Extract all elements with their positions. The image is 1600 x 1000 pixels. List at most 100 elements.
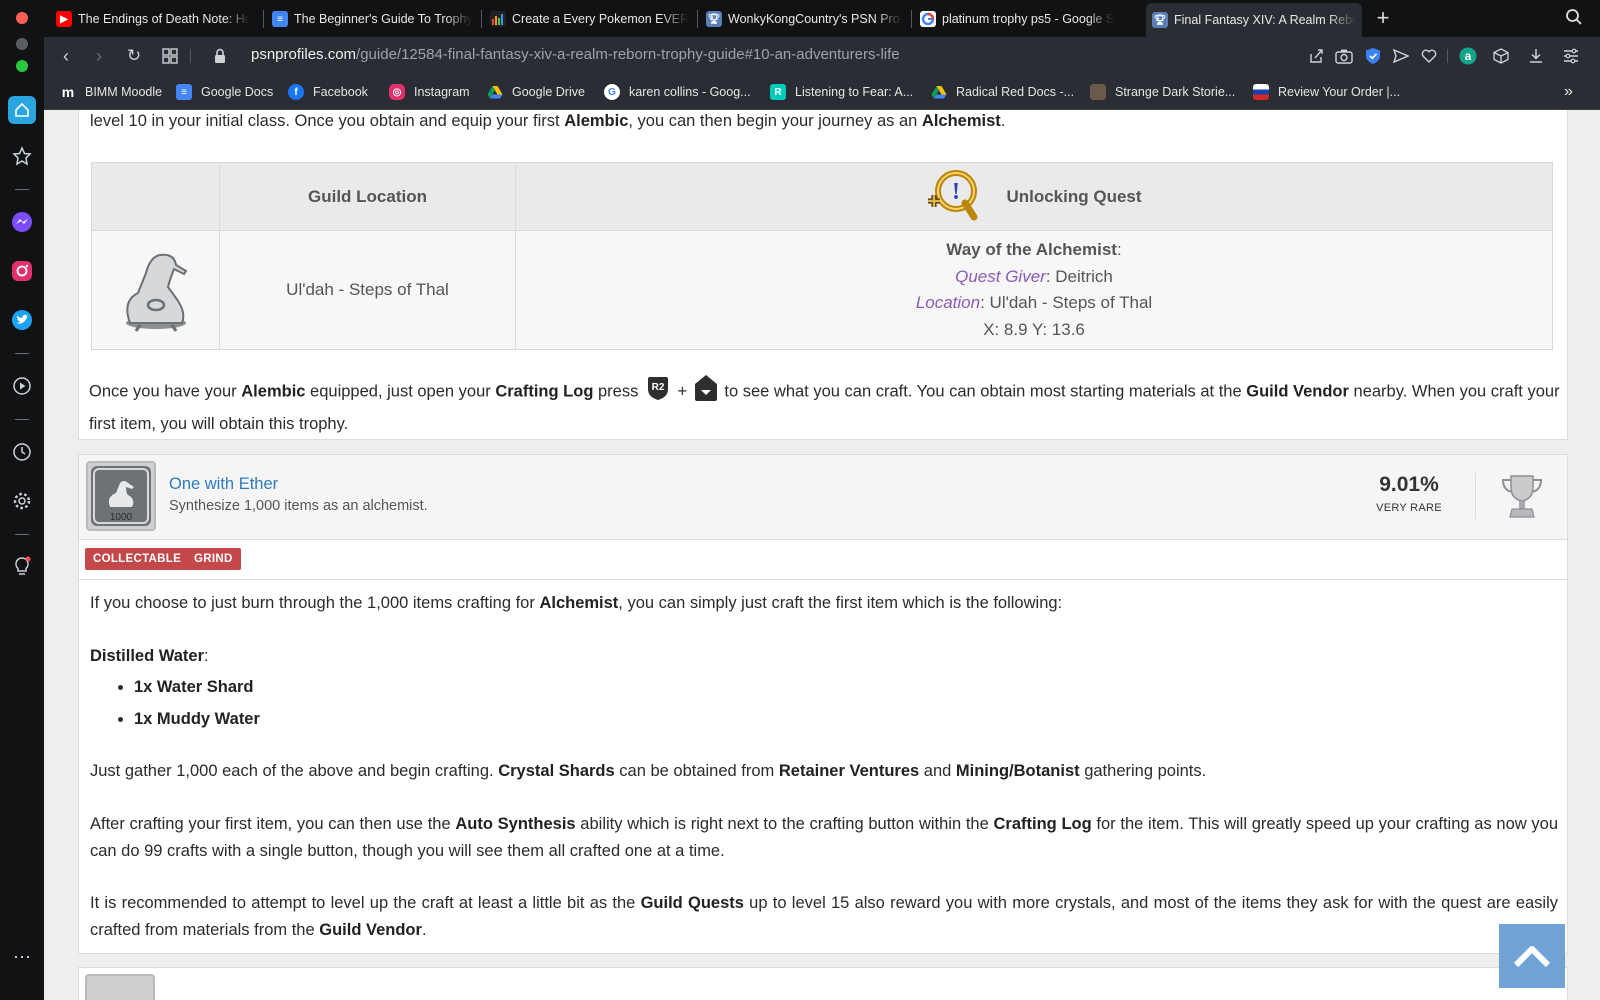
- page-content: level 10 in your initial class. Once you…: [44, 110, 1600, 1000]
- table-header-empty: [91, 162, 220, 231]
- bookmark-item[interactable]: G karen collins - Goog...: [604, 82, 751, 102]
- trophy-description: Synthesize 1,000 items as an alchemist.: [169, 498, 428, 514]
- grind-tag[interactable]: GRIND: [186, 548, 241, 570]
- tab-search-icon[interactable]: [1565, 8, 1585, 28]
- tab-grid-icon[interactable]: [160, 46, 180, 66]
- svg-text:!: !: [952, 179, 960, 205]
- thumbnail-icon: [1090, 84, 1106, 100]
- bookmark-item[interactable]: Radical Red Docs -...: [931, 82, 1074, 102]
- messenger-icon[interactable]: [10, 210, 34, 234]
- camera-icon[interactable]: [1334, 46, 1354, 66]
- download-icon[interactable]: [1526, 46, 1546, 66]
- bookmark-label: BIMM Moodle: [85, 85, 163, 99]
- instagram-icon[interactable]: [10, 259, 34, 283]
- dpad-down-icon: [694, 374, 718, 411]
- guild-table: Guild Location ! Unlocking Quest Ul'dah …: [91, 162, 1553, 350]
- easy-setup-menu-icon[interactable]: [1561, 46, 1581, 66]
- tab-label: The Endings of Death Note: Ho: [78, 12, 250, 26]
- facebook-icon: f: [288, 84, 304, 100]
- window-controls: [0, 0, 44, 37]
- more-bookmarks-chevron-icon[interactable]: »: [1564, 82, 1573, 102]
- address-url[interactable]: psnprofiles.com/guide/12584-final-fantas…: [251, 46, 900, 63]
- bookmark-item[interactable]: ◎ Instagram: [389, 82, 470, 102]
- new-tab-button[interactable]: +: [1370, 5, 1396, 31]
- next-trophy-card: [78, 967, 1568, 1000]
- back-button[interactable]: ‹: [54, 44, 78, 68]
- trophy-name-link[interactable]: One with Ether: [169, 475, 278, 494]
- researchgate-icon: R: [770, 84, 786, 100]
- moodle-icon: m: [61, 84, 75, 100]
- extension-a-icon[interactable]: a: [1458, 46, 1478, 66]
- bookmark-item[interactable]: Google Drive: [487, 82, 585, 102]
- quest-coordinates: X: 8.9 Y: 13.6: [983, 319, 1085, 339]
- psnprofiles-icon: 🏆︎: [706, 11, 722, 27]
- home-icon[interactable]: [8, 96, 36, 124]
- bookmark-label: Strange Dark Storie...: [1115, 85, 1236, 99]
- bookmark-item[interactable]: ≡ Google Docs: [176, 82, 273, 102]
- flag-icon: [1253, 84, 1269, 100]
- url-host: psnprofiles.com: [251, 46, 357, 63]
- heart-icon[interactable]: [1419, 46, 1439, 66]
- list-item: 1x Water Shard: [134, 674, 260, 701]
- reload-button[interactable]: ↻: [122, 44, 146, 68]
- bookmark-item[interactable]: Review Your Order |...: [1253, 82, 1400, 102]
- guild-location-value: Ul'dah - Steps of Thal: [219, 230, 516, 350]
- scroll-to-top-button[interactable]: [1499, 924, 1565, 988]
- pinboard-icon[interactable]: [10, 144, 34, 168]
- tips-lightbulb-icon[interactable]: [10, 555, 34, 579]
- settings-gear-icon[interactable]: [10, 489, 34, 513]
- alembic-cell: [91, 230, 220, 350]
- r2-button-icon: R2: [645, 375, 671, 410]
- tab-beginners-guide[interactable]: ≡ The Beginner's Guide To Trophy: [266, 4, 478, 34]
- adblock-shield-icon[interactable]: [1363, 46, 1383, 66]
- quest-location-value: Ul'dah - Steps of Thal: [989, 293, 1153, 312]
- tab-psn-profile[interactable]: 🏆︎ WonkyKongCountry's PSN Profi: [700, 4, 908, 34]
- twitter-icon[interactable]: [10, 308, 34, 332]
- tab-ffxiv-guide[interactable]: 🏆︎ Final Fantasy XIV: A Realm Rebo: [1146, 3, 1362, 37]
- tab-google-search[interactable]: platinum trophy ps5 - Google S: [914, 4, 1120, 34]
- quest-header-label: Unlocking Quest: [1006, 186, 1142, 206]
- materials-list: 1x Water Shard 1x Muddy Water: [134, 674, 260, 732]
- minimize-window-button[interactable]: [16, 38, 28, 50]
- bookmarks-bar: m BIMM Moodle ≡ Google Docs f Facebook ◎…: [44, 75, 1600, 110]
- svg-text:a: a: [1465, 49, 1472, 63]
- bookmark-item[interactable]: R Listening to Fear: A...: [770, 82, 913, 102]
- bookmark-item[interactable]: m BIMM Moodle: [60, 82, 162, 102]
- bookmark-label: karen collins - Goog...: [629, 85, 751, 99]
- item-heading: Distilled Water:: [90, 647, 209, 665]
- quest-giver-label: Quest Giver: [955, 266, 1046, 286]
- instagram-icon: ◎: [389, 84, 405, 100]
- send-icon[interactable]: [1391, 46, 1411, 66]
- cube-extension-icon[interactable]: [1491, 46, 1511, 66]
- quest-cell: Way of the Alchemist: Quest Giver: Deitr…: [515, 230, 1553, 350]
- sporcle-icon: [490, 11, 506, 27]
- close-window-button[interactable]: [16, 12, 28, 24]
- zoom-window-button[interactable]: [16, 60, 28, 72]
- share-icon[interactable]: [1306, 46, 1326, 66]
- bookmark-label: Instagram: [414, 85, 470, 99]
- trophy-tags: COLLECTABLE GRIND: [78, 540, 1568, 580]
- bookmark-item[interactable]: Strange Dark Storie...: [1090, 82, 1235, 102]
- body-paragraph-2: Just gather 1,000 each of the above and …: [90, 762, 1207, 780]
- body-paragraph-3: After crafting your first item, you can …: [90, 815, 1559, 860]
- crafting-log-paragraph: Once you have your Alembic equipped, jus…: [89, 374, 1569, 437]
- table-header-quest: ! Unlocking Quest: [515, 162, 1553, 231]
- lock-icon[interactable]: [210, 46, 230, 66]
- forward-button[interactable]: ›: [87, 44, 111, 68]
- player-icon[interactable]: [10, 374, 34, 398]
- tab-strip: ▶ The Endings of Death Note: Ho ≡ The Be…: [0, 0, 1600, 37]
- tab-label: WonkyKongCountry's PSN Profi: [728, 12, 902, 26]
- google-drive-icon: [487, 84, 503, 100]
- bookmark-label: Listening to Fear: A...: [795, 85, 914, 99]
- tab-pokemon[interactable]: Create a Every Pokemon EVER (: [484, 4, 694, 34]
- bookmark-item[interactable]: f Facebook: [288, 82, 368, 102]
- collectable-tag[interactable]: COLLECTABLE: [85, 548, 190, 570]
- google-drive-icon: [931, 84, 947, 100]
- quest-giver-value: Deitrich: [1055, 266, 1113, 286]
- body-paragraph-1: If you choose to just burn through the 1…: [90, 594, 1063, 612]
- more-options-icon[interactable]: ⋯: [10, 945, 34, 969]
- bookmark-label: Facebook: [313, 85, 368, 99]
- tab-death-note[interactable]: ▶ The Endings of Death Note: Ho: [50, 4, 256, 34]
- history-icon[interactable]: [10, 440, 34, 464]
- google-docs-icon: ≡: [272, 11, 288, 27]
